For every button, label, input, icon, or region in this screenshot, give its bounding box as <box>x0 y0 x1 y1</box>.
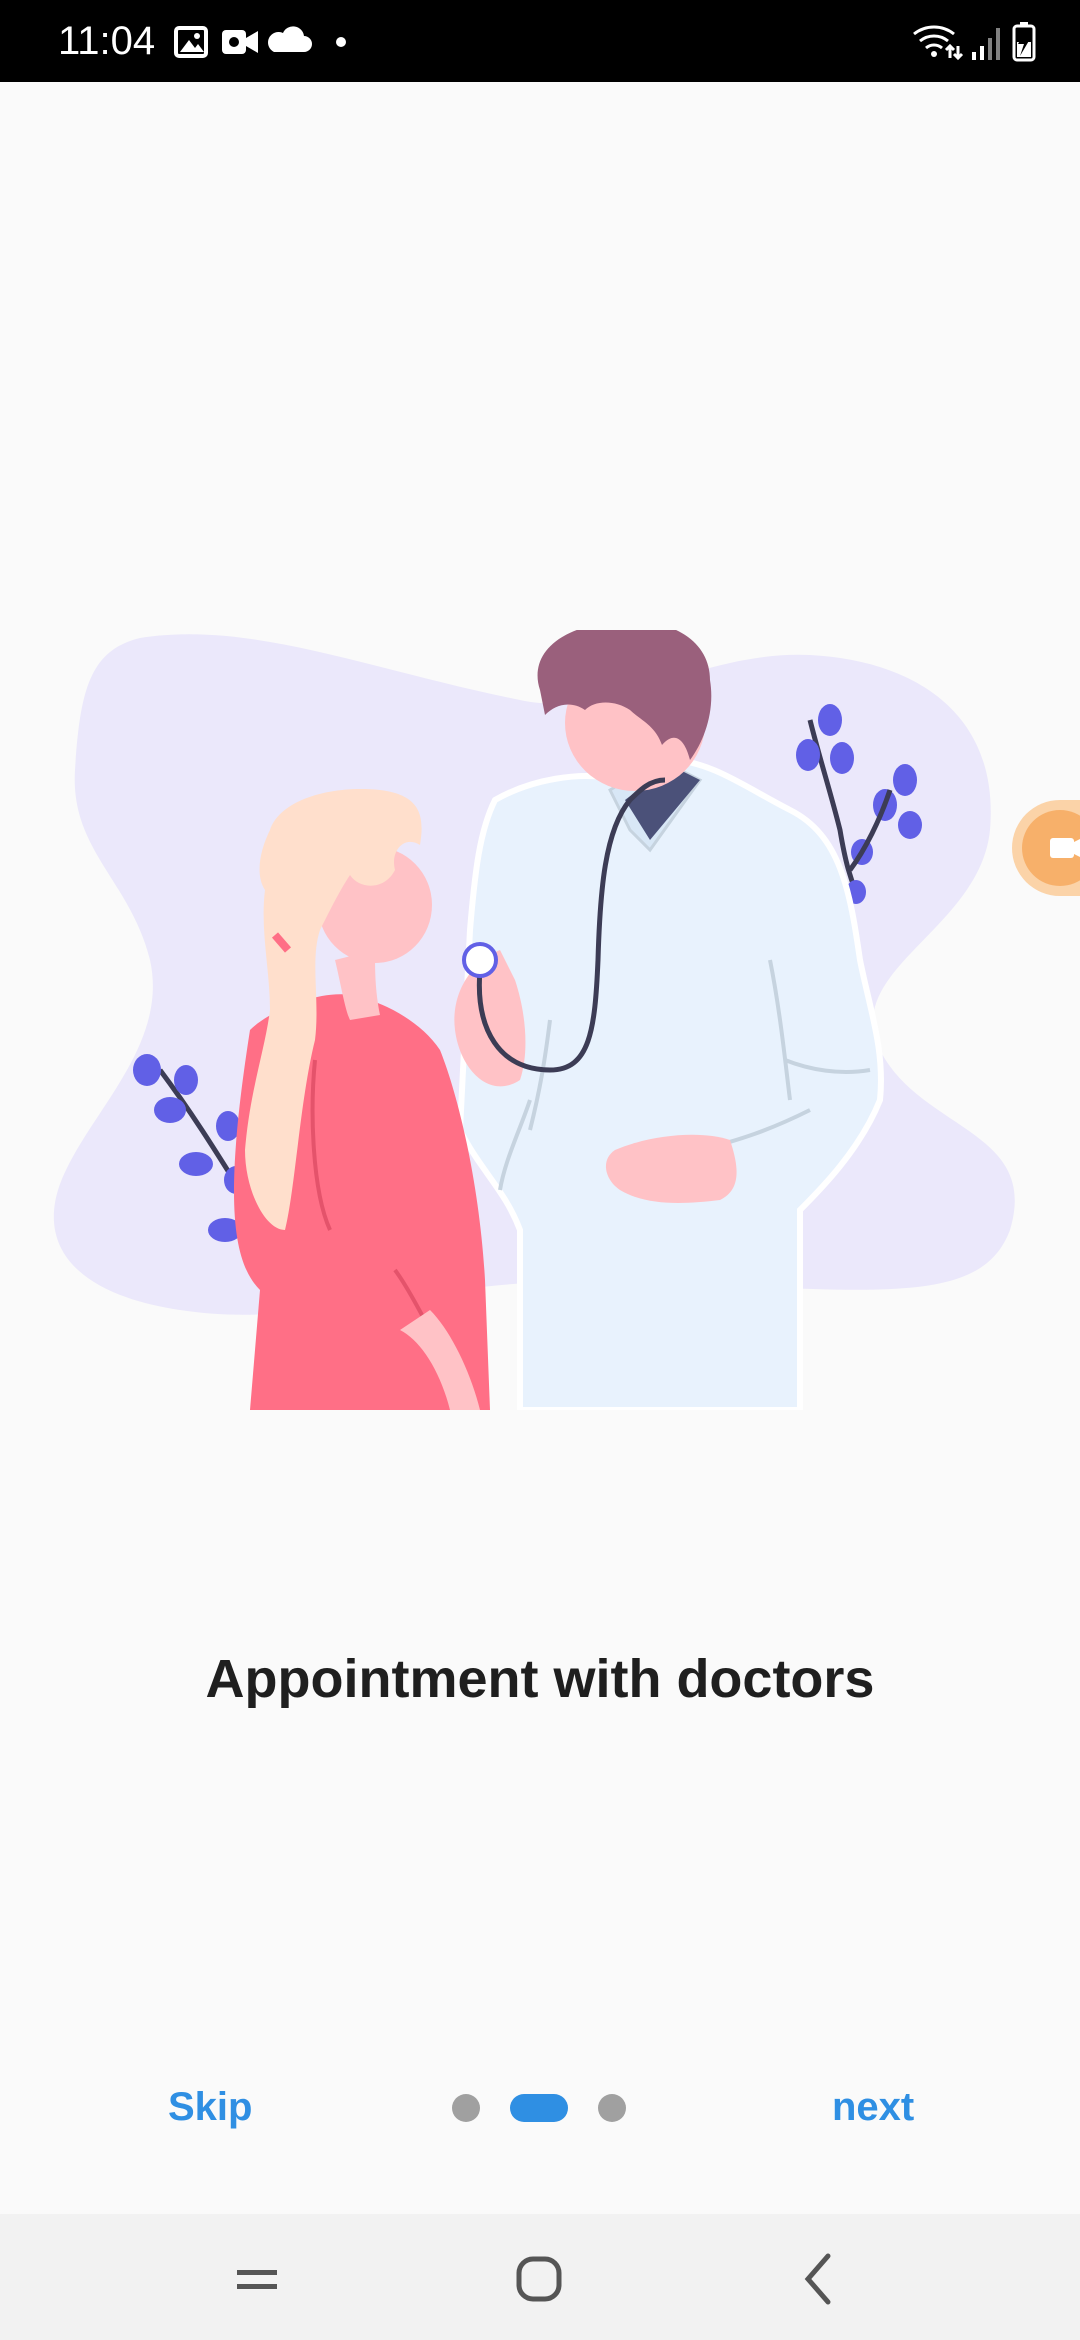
status-left-icons <box>174 26 346 58</box>
gallery-icon <box>174 26 208 58</box>
status-bar: 11:04 <box>0 0 1080 82</box>
home-icon[interactable] <box>489 2234 589 2324</box>
page-dot-2-active[interactable] <box>510 2094 568 2122</box>
signal-icon <box>972 28 1000 60</box>
battery-charging-icon <box>1012 22 1036 62</box>
page-dot-3[interactable] <box>598 2094 626 2122</box>
recent-apps-icon[interactable] <box>207 2234 307 2324</box>
onboarding-title: Appointment with doctors <box>205 1649 875 1709</box>
video-icon <box>222 30 258 54</box>
page-indicator <box>452 2094 628 2122</box>
record-camera-icon <box>1022 810 1080 886</box>
dot-icon <box>336 37 346 47</box>
next-button[interactable]: next <box>832 2082 914 2132</box>
wifi-icon <box>913 25 964 61</box>
screen-recorder-bubble[interactable] <box>1012 800 1080 896</box>
status-right-icons <box>913 22 1036 62</box>
status-time: 11:04 <box>58 19 156 63</box>
back-icon[interactable] <box>770 2234 870 2324</box>
page-dot-1[interactable] <box>452 2094 480 2122</box>
doctor-coat <box>456 756 884 1410</box>
doctor-appointment-illustration <box>53 630 1015 1410</box>
skip-button[interactable]: Skip <box>168 2082 252 2132</box>
system-nav-bar <box>0 2214 1080 2340</box>
cloud-icon <box>267 26 312 52</box>
